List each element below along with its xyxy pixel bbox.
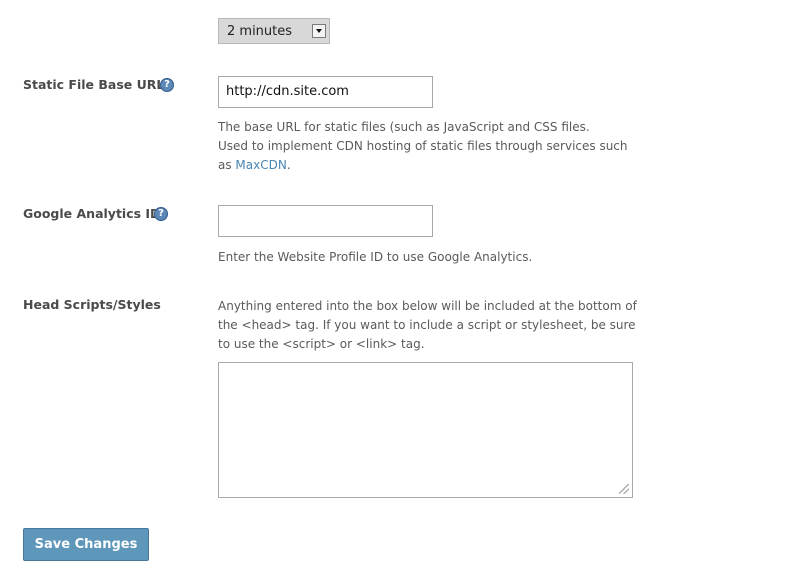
static-url-description: The base URL for static files (such as J… (218, 118, 628, 175)
head-scripts-textarea[interactable] (218, 362, 633, 498)
cache-duration-select[interactable]: 2 minutes (218, 18, 330, 44)
analytics-label: Google Analytics ID (23, 206, 161, 221)
head-scripts-desc-line-2: the <head> tag. If you want to include a… (218, 318, 636, 332)
static-url-desc-line-2: Used to implement CDN hosting of static … (218, 139, 628, 153)
static-url-desc-line-3: as MaxCDN. (218, 156, 628, 175)
analytics-id-input[interactable] (218, 205, 433, 237)
chevron-down-icon[interactable] (312, 24, 326, 38)
static-url-desc-suffix: . (286, 158, 291, 172)
maxcdn-link[interactable]: MaxCDN (235, 158, 286, 172)
static-url-desc-line-1: The base URL for static files (such as J… (218, 120, 590, 134)
resize-grip-icon[interactable] (619, 484, 629, 494)
head-scripts-desc-line-1: Anything entered into the box below will… (218, 299, 637, 313)
head-scripts-desc-line-3: to use the <script> or <link> tag. (218, 337, 425, 351)
static-url-label: Static File Base URL (23, 77, 165, 92)
help-icon[interactable]: ? (154, 207, 168, 221)
head-scripts-label: Head Scripts/Styles (23, 297, 161, 312)
help-icon[interactable]: ? (160, 78, 174, 92)
head-scripts-description: Anything entered into the box below will… (218, 297, 637, 354)
static-url-value: http://cdn.site.com (226, 84, 349, 99)
save-changes-button[interactable]: Save Changes (23, 528, 149, 561)
cache-duration-value: 2 minutes (227, 24, 293, 39)
static-url-input[interactable]: http://cdn.site.com (218, 76, 433, 108)
static-url-desc-prefix: as (218, 158, 236, 172)
analytics-description: Enter the Website Profile ID to use Goog… (218, 250, 533, 264)
